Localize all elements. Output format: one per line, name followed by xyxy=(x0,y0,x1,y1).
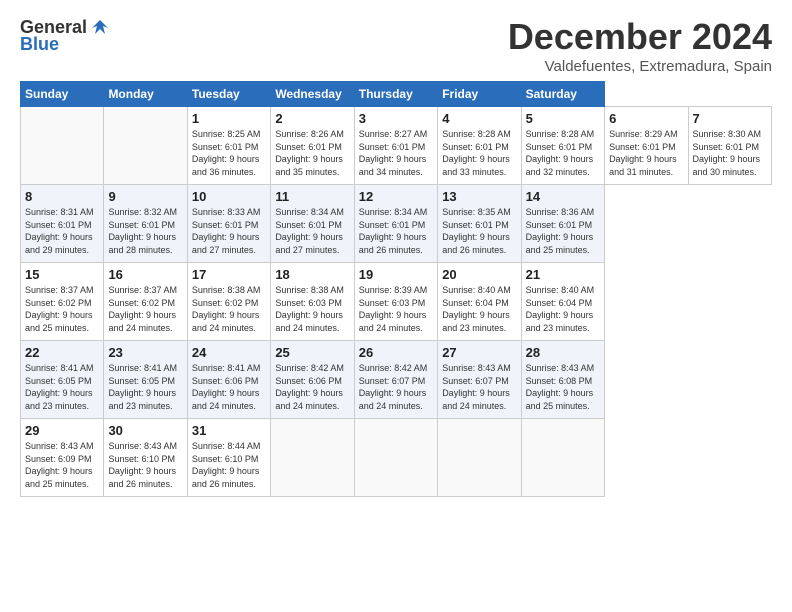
day-cell-11: 11Sunrise: 8:34 AMSunset: 6:01 PMDayligh… xyxy=(271,185,354,263)
day-cell-28: 28Sunrise: 8:43 AMSunset: 6:08 PMDayligh… xyxy=(521,341,604,419)
month-title: December 2024 xyxy=(508,16,772,58)
day-cell-19: 19Sunrise: 8:39 AMSunset: 6:03 PMDayligh… xyxy=(354,263,437,341)
col-header-wednesday: Wednesday xyxy=(271,82,354,107)
empty-cell xyxy=(438,419,521,497)
week-row-1: 1Sunrise: 8:25 AMSunset: 6:01 PMDaylight… xyxy=(21,107,772,185)
empty-cell xyxy=(354,419,437,497)
logo-blue: Blue xyxy=(20,34,59,55)
day-cell-16: 16Sunrise: 8:37 AMSunset: 6:02 PMDayligh… xyxy=(104,263,187,341)
week-row-4: 22Sunrise: 8:41 AMSunset: 6:05 PMDayligh… xyxy=(21,341,772,419)
day-cell-6: 6Sunrise: 8:29 AMSunset: 6:01 PMDaylight… xyxy=(605,107,688,185)
day-cell-2: 2Sunrise: 8:26 AMSunset: 6:01 PMDaylight… xyxy=(271,107,354,185)
col-header-tuesday: Tuesday xyxy=(187,82,270,107)
day-cell-26: 26Sunrise: 8:42 AMSunset: 6:07 PMDayligh… xyxy=(354,341,437,419)
day-cell-25: 25Sunrise: 8:42 AMSunset: 6:06 PMDayligh… xyxy=(271,341,354,419)
col-header-friday: Friday xyxy=(438,82,521,107)
day-cell-7: 7Sunrise: 8:30 AMSunset: 6:01 PMDaylight… xyxy=(688,107,772,185)
empty-cell xyxy=(521,419,604,497)
title-area: December 2024 Valdefuentes, Extremadura,… xyxy=(508,16,772,75)
day-cell-21: 21Sunrise: 8:40 AMSunset: 6:04 PMDayligh… xyxy=(521,263,604,341)
day-cell-1: 1Sunrise: 8:25 AMSunset: 6:01 PMDaylight… xyxy=(187,107,270,185)
day-cell-13: 13Sunrise: 8:35 AMSunset: 6:01 PMDayligh… xyxy=(438,185,521,263)
week-row-2: 8Sunrise: 8:31 AMSunset: 6:01 PMDaylight… xyxy=(21,185,772,263)
day-cell-22: 22Sunrise: 8:41 AMSunset: 6:05 PMDayligh… xyxy=(21,341,104,419)
day-cell-14: 14Sunrise: 8:36 AMSunset: 6:01 PMDayligh… xyxy=(521,185,604,263)
col-header-monday: Monday xyxy=(104,82,187,107)
col-header-sunday: Sunday xyxy=(21,82,104,107)
day-cell-29: 29Sunrise: 8:43 AMSunset: 6:09 PMDayligh… xyxy=(21,419,104,497)
day-cell-20: 20Sunrise: 8:40 AMSunset: 6:04 PMDayligh… xyxy=(438,263,521,341)
day-cell-27: 27Sunrise: 8:43 AMSunset: 6:07 PMDayligh… xyxy=(438,341,521,419)
day-cell-31: 31Sunrise: 8:44 AMSunset: 6:10 PMDayligh… xyxy=(187,419,270,497)
day-cell-17: 17Sunrise: 8:38 AMSunset: 6:02 PMDayligh… xyxy=(187,263,270,341)
day-cell-5: 5Sunrise: 8:28 AMSunset: 6:01 PMDaylight… xyxy=(521,107,604,185)
day-cell-3: 3Sunrise: 8:27 AMSunset: 6:01 PMDaylight… xyxy=(354,107,437,185)
day-cell-12: 12Sunrise: 8:34 AMSunset: 6:01 PMDayligh… xyxy=(354,185,437,263)
logo: General Blue xyxy=(20,16,111,55)
empty-cell xyxy=(21,107,104,185)
day-cell-23: 23Sunrise: 8:41 AMSunset: 6:05 PMDayligh… xyxy=(104,341,187,419)
day-cell-30: 30Sunrise: 8:43 AMSunset: 6:10 PMDayligh… xyxy=(104,419,187,497)
header-row: SundayMondayTuesdayWednesdayThursdayFrid… xyxy=(21,82,772,107)
calendar-table: SundayMondayTuesdayWednesdayThursdayFrid… xyxy=(20,81,772,497)
location-subtitle: Valdefuentes, Extremadura, Spain xyxy=(508,58,772,75)
week-row-5: 29Sunrise: 8:43 AMSunset: 6:09 PMDayligh… xyxy=(21,419,772,497)
day-cell-9: 9Sunrise: 8:32 AMSunset: 6:01 PMDaylight… xyxy=(104,185,187,263)
day-cell-10: 10Sunrise: 8:33 AMSunset: 6:01 PMDayligh… xyxy=(187,185,270,263)
logo-bird-icon xyxy=(89,16,111,38)
col-header-thursday: Thursday xyxy=(354,82,437,107)
day-cell-4: 4Sunrise: 8:28 AMSunset: 6:01 PMDaylight… xyxy=(438,107,521,185)
col-header-saturday: Saturday xyxy=(521,82,604,107)
day-cell-24: 24Sunrise: 8:41 AMSunset: 6:06 PMDayligh… xyxy=(187,341,270,419)
empty-cell xyxy=(271,419,354,497)
day-cell-8: 8Sunrise: 8:31 AMSunset: 6:01 PMDaylight… xyxy=(21,185,104,263)
day-cell-18: 18Sunrise: 8:38 AMSunset: 6:03 PMDayligh… xyxy=(271,263,354,341)
page: General Blue December 2024 Valdefuentes,… xyxy=(0,0,792,507)
day-cell-15: 15Sunrise: 8:37 AMSunset: 6:02 PMDayligh… xyxy=(21,263,104,341)
empty-cell xyxy=(104,107,187,185)
week-row-3: 15Sunrise: 8:37 AMSunset: 6:02 PMDayligh… xyxy=(21,263,772,341)
header: General Blue December 2024 Valdefuentes,… xyxy=(20,16,772,75)
